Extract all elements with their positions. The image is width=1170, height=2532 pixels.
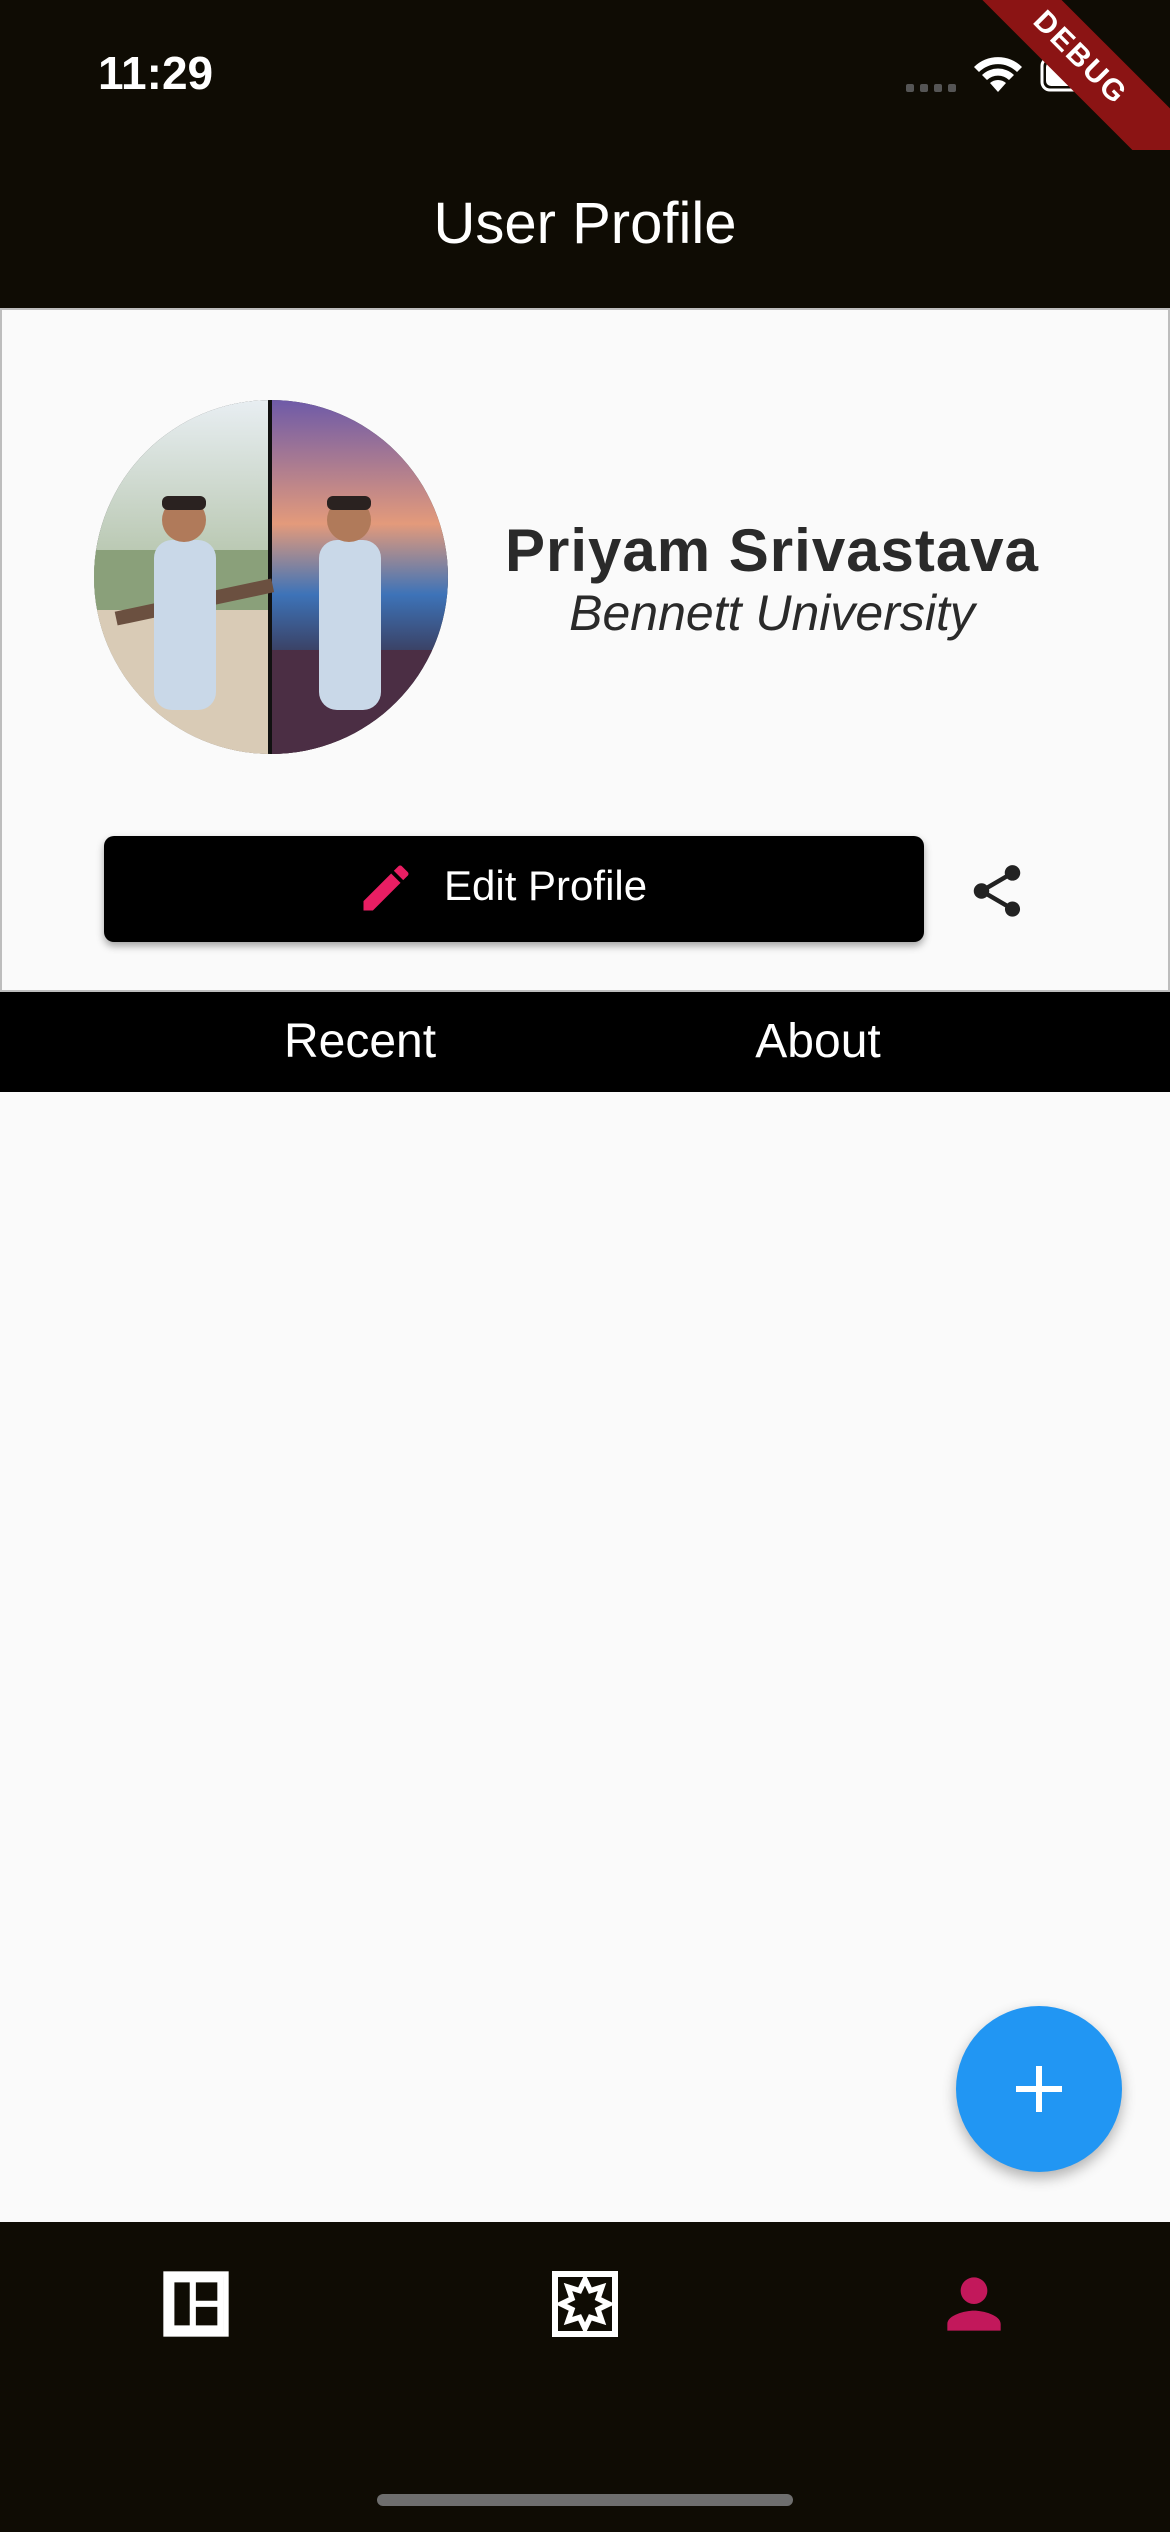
share-icon[interactable] xyxy=(966,860,1028,922)
explore-icon[interactable] xyxy=(545,2264,625,2344)
wifi-icon xyxy=(974,57,1022,92)
status-bar: 11:29 DEBUG xyxy=(0,0,1170,191)
tab-bar: Recent About xyxy=(0,992,1170,1092)
profile-card: Priyam Srivastava Bennett University Edi… xyxy=(0,308,1170,992)
page-title: User Profile xyxy=(433,191,737,256)
user-organization: Bennett University xyxy=(569,585,975,641)
cellular-signal-icon xyxy=(906,84,956,92)
avatar-image xyxy=(94,400,448,754)
dashboard-icon[interactable] xyxy=(156,2264,236,2344)
app-bar: User Profile xyxy=(0,150,1170,308)
bottom-navigation xyxy=(0,2222,1170,2532)
home-indicator xyxy=(377,2494,793,2506)
user-name: Priyam Srivastava xyxy=(504,517,1040,584)
avatar xyxy=(94,400,448,754)
status-time: 11:29 xyxy=(98,47,214,99)
pencil-icon xyxy=(363,865,409,911)
plus-icon xyxy=(1016,2066,1062,2112)
add-button[interactable] xyxy=(956,2006,1122,2172)
tab-about[interactable]: About xyxy=(233,992,1170,1092)
edit-profile-button[interactable]: Edit Profile xyxy=(104,836,924,942)
edit-profile-label: Edit Profile xyxy=(444,862,648,909)
person-icon[interactable] xyxy=(934,2264,1014,2344)
